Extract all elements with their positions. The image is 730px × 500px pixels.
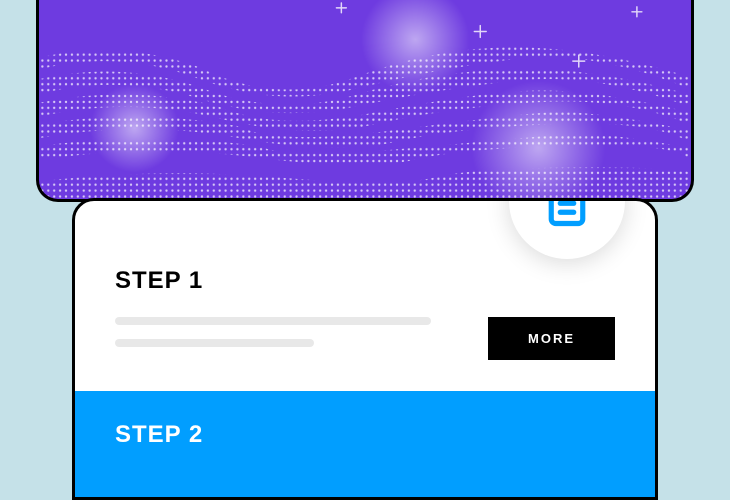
more-button[interactable]: MORE bbox=[488, 317, 615, 360]
step-2-panel: STEP 2 bbox=[75, 391, 655, 500]
step-1-panel: STEP 1 MORE bbox=[75, 201, 655, 391]
placeholder-line bbox=[115, 317, 431, 325]
hero-decorative-pattern bbox=[39, 0, 691, 199]
placeholder-line bbox=[115, 339, 314, 347]
step-1-body: MORE bbox=[115, 317, 615, 361]
step-1-title: STEP 1 bbox=[115, 267, 615, 295]
step-1-placeholder-text bbox=[115, 317, 458, 361]
steps-card: STEP 1 MORE STEP 2 bbox=[72, 198, 658, 500]
hero-banner bbox=[36, 0, 694, 202]
step-2-title: STEP 2 bbox=[115, 421, 615, 449]
